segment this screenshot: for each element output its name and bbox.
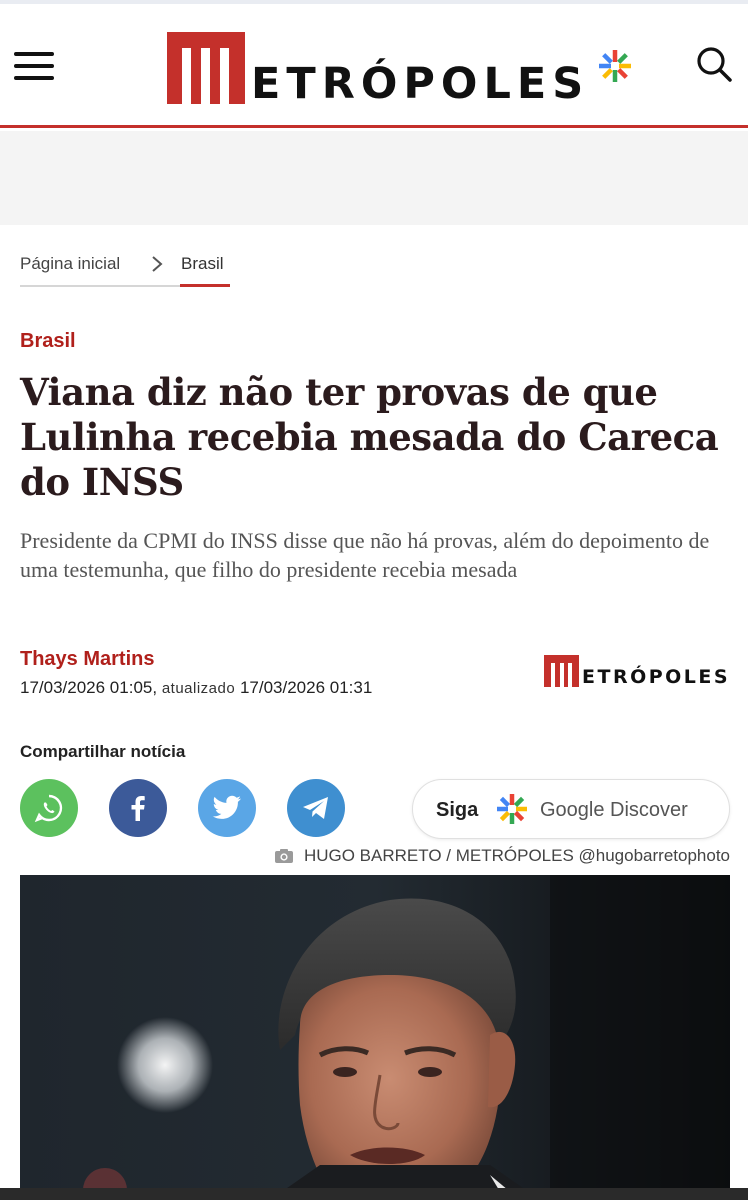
discover-name-label: Google Discover — [540, 799, 688, 821]
whatsapp-icon — [34, 794, 63, 823]
telegram-icon — [303, 797, 328, 819]
logo-wordmark: ETRÓPOLES — [251, 59, 590, 109]
published-date: 17/03/2026 01:05, — [20, 678, 158, 697]
article-subtitle: Presidente da CPMI do INSS disse que não… — [20, 528, 710, 582]
google-discover-star-icon — [497, 794, 527, 824]
logo-wordmark-small: ETRÓPOLES — [582, 666, 731, 688]
bottom-toolbar-strip — [0, 1188, 748, 1200]
breadcrumb-active-indicator — [180, 284, 230, 287]
share-facebook-button[interactable] — [109, 779, 167, 837]
breadcrumb: Página inicial Brasil — [20, 250, 230, 288]
author-link[interactable]: Thays Martins — [20, 648, 154, 671]
article-hero-photo[interactable] — [20, 875, 730, 1200]
photo-credit: HUGO BARRETO / METRÓPOLES @hugobarretoph… — [274, 846, 730, 866]
logo-m-mark — [167, 32, 245, 104]
camera-icon — [274, 849, 293, 863]
hero-photo-illustration — [20, 875, 730, 1200]
breadcrumb-home-link[interactable]: Página inicial — [20, 254, 120, 274]
site-logo[interactable]: ETRÓPOLES — [167, 28, 590, 109]
facebook-icon — [131, 796, 145, 821]
site-header: ETRÓPOLES — [0, 4, 748, 128]
breadcrumb-section-link[interactable]: Brasil — [181, 254, 224, 274]
article-dates: 17/03/2026 01:05, atualizado 17/03/2026 … — [20, 678, 372, 698]
share-twitter-button[interactable] — [198, 779, 256, 837]
google-discover-follow-button[interactable]: Siga Google Discover — [412, 779, 730, 839]
article-headline: Viana diz não ter provas de que Lulinha … — [20, 370, 719, 504]
photo-credit-text: HUGO BARRETO / METRÓPOLES @hugobarretoph… — [303, 846, 730, 865]
share-label: Compartilhar notícia — [20, 742, 186, 761]
discover-follow-label: Siga — [436, 799, 479, 821]
logo-star-icon — [599, 50, 631, 82]
share-whatsapp-button[interactable] — [20, 779, 78, 837]
search-icon[interactable] — [694, 44, 734, 84]
logo-m-mark-small — [544, 655, 579, 687]
article-category-link[interactable]: Brasil — [20, 330, 76, 353]
hamburger-menu-icon[interactable] — [14, 52, 54, 82]
twitter-icon — [212, 795, 241, 819]
share-telegram-button[interactable] — [287, 779, 345, 837]
updated-label: atualizado — [161, 680, 236, 697]
ad-placeholder — [0, 131, 748, 225]
author-brand-logo: ETRÓPOLES — [544, 653, 730, 687]
chevron-right-icon — [152, 256, 163, 272]
updated-date: 17/03/2026 01:31 — [239, 678, 373, 697]
